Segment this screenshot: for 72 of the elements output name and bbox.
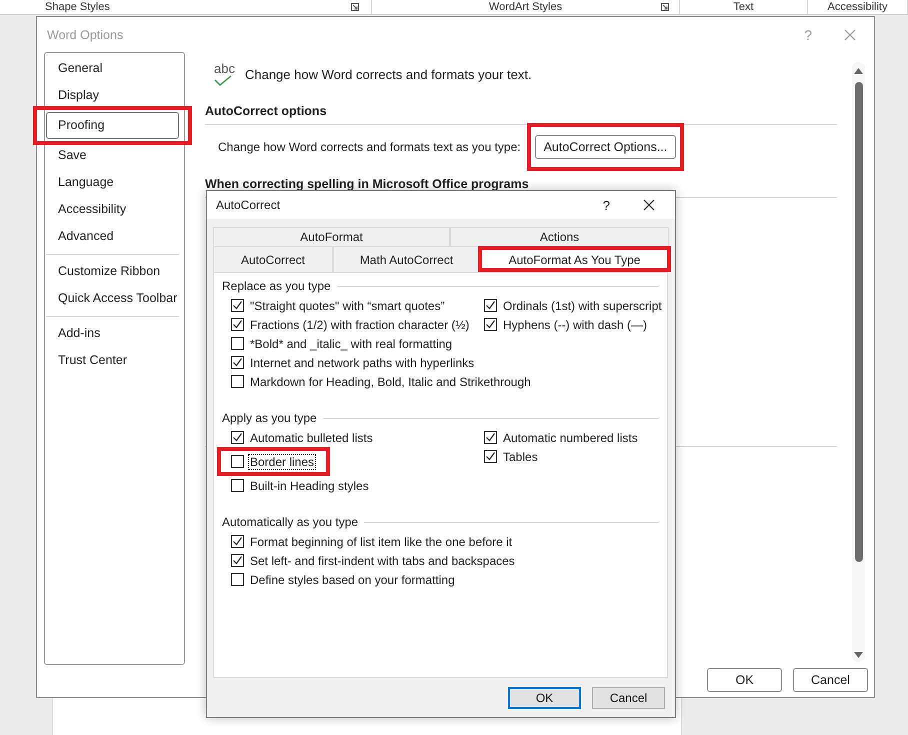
window-title: AutoCorrect (216, 198, 280, 212)
checkbox-label[interactable]: Set left- and first-indent with tabs and backspaces (248, 552, 517, 568)
checkbox[interactable] (231, 337, 244, 350)
checkmark-icon (214, 74, 232, 86)
checkbox-label[interactable]: Automatic bulleted lists (248, 430, 375, 446)
icon-text: abc (214, 62, 235, 74)
checkbox[interactable] (231, 431, 244, 444)
checkbox[interactable] (231, 554, 244, 567)
help-button[interactable]: ? (602, 198, 610, 212)
sidebar-item[interactable]: General (46, 55, 179, 82)
autocorrect-options-button[interactable]: AutoCorrect Options... (534, 135, 676, 159)
checkbox-label[interactable]: Ordinals (1st) with superscript (501, 298, 664, 314)
group-label: Shape Styles (45, 0, 110, 14)
checkbox-label[interactable]: "Straight quotes" with “smart quotes” (248, 298, 447, 314)
dialog-button[interactable]: Cancel (592, 687, 665, 709)
tab[interactable]: Actions (450, 227, 669, 246)
group-label: Accessibility (828, 0, 888, 14)
checkbox-label[interactable]: Automatic numbered lists (501, 430, 640, 446)
group-label: Text (733, 0, 754, 14)
group-heading: Automatically as you type (222, 515, 358, 529)
checkbox-label[interactable]: Hyphens (--) with dash (—) (501, 316, 650, 332)
section-heading: AutoCorrect options (205, 104, 837, 125)
checkbox-label[interactable]: Define styles based on your formatting (248, 572, 457, 588)
sidebar-item[interactable]: Advanced (46, 223, 179, 250)
checkbox-label[interactable]: Format beginning of list item like the one before it (248, 534, 514, 550)
group-heading: Replace as you type (222, 279, 331, 293)
scroll-down-icon[interactable] (854, 652, 863, 658)
checkbox[interactable] (484, 299, 497, 312)
checkbox-label[interactable]: *Bold* and _italic_ with real formatting (248, 336, 454, 352)
checkbox-label[interactable]: Markdown for Heading, Bold, Italic and Strikethrough (248, 374, 533, 390)
checkbox-label[interactable]: Internet and network paths with hyperlinks (248, 354, 476, 370)
close-icon[interactable] (643, 199, 655, 211)
group-label: WordArt Styles (488, 0, 562, 14)
sidebar-item[interactable]: Display (46, 82, 179, 109)
checkbox[interactable] (231, 318, 244, 331)
checkbox-label[interactable]: Fractions (1/2) with fraction character (½) (248, 316, 472, 332)
checkbox[interactable] (231, 535, 244, 548)
checkbox[interactable] (484, 318, 497, 331)
scroll-up-icon[interactable] (854, 68, 863, 74)
window-title: Word Options (47, 28, 124, 42)
dialog-button[interactable]: OK (508, 687, 581, 709)
tab[interactable]: Math AutoCorrect (333, 246, 480, 272)
scrollbar[interactable] (852, 62, 865, 662)
checkbox-label[interactable]: Built-in Heading styles (248, 478, 371, 494)
sidebar-item[interactable]: Proofing (46, 112, 179, 139)
checkbox[interactable] (231, 356, 244, 369)
dialog-button[interactable]: Cancel (793, 668, 868, 692)
scrollbar-thumb[interactable] (854, 82, 862, 562)
checkbox-label[interactable]: Border lines (248, 454, 316, 470)
sidebar-item[interactable]: Trust Center (46, 347, 179, 374)
description-text: Change how Word corrects and formats text as you type: (218, 140, 521, 154)
checkbox[interactable] (484, 431, 497, 444)
group-heading: Apply as you type (222, 411, 317, 425)
header-text: Change how Word corrects and formats your text. (244, 66, 532, 82)
sidebar-item[interactable]: Accessibility (46, 196, 179, 223)
checkbox[interactable] (231, 375, 244, 388)
checkbox[interactable] (231, 455, 244, 468)
sidebar-item[interactable]: Customize Ribbon (46, 258, 179, 285)
dialog-launcher-icon[interactable] (351, 3, 359, 11)
checkbox[interactable] (484, 450, 497, 463)
checkbox[interactable] (231, 479, 244, 492)
sidebar-item[interactable]: Language (46, 169, 179, 196)
checkbox[interactable] (231, 573, 244, 586)
sidebar-item[interactable]: Quick Access Toolbar (46, 285, 179, 312)
sidebar-item[interactable]: Save (46, 142, 179, 169)
checkbox-label[interactable]: Tables (501, 448, 540, 464)
sidebar-item[interactable]: Add-ins (46, 320, 179, 347)
tab[interactable]: AutoFormat (213, 227, 450, 246)
dialog-button[interactable]: OK (707, 668, 782, 692)
tab[interactable]: AutoCorrect (213, 246, 333, 272)
dialog-launcher-icon[interactable] (661, 3, 669, 11)
checkbox[interactable] (231, 299, 244, 312)
